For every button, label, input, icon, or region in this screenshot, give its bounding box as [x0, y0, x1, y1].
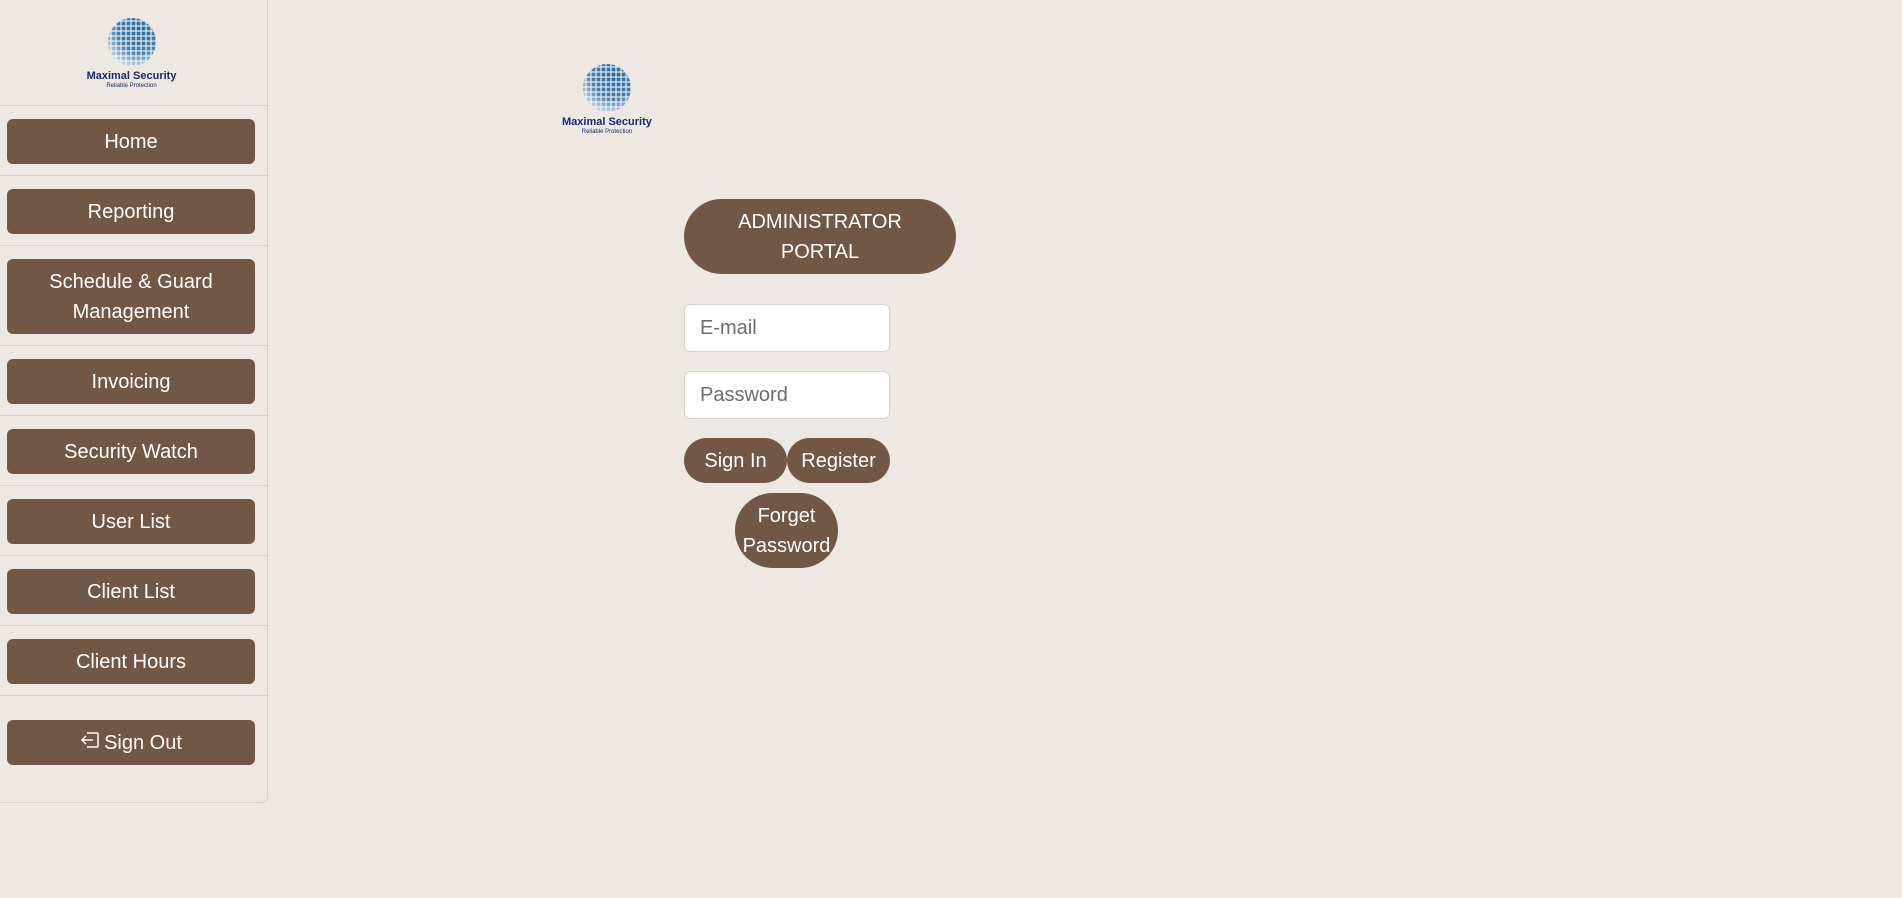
- portal-title: ADMINISTRATOR PORTAL: [684, 199, 956, 274]
- nav-cell-home: Home: [0, 106, 267, 176]
- sidebar-logo[interactable]: Maximal Security Reliable Protection: [86, 16, 177, 90]
- nav-client-hours-button[interactable]: Client Hours: [7, 639, 255, 684]
- sign-out-label: Sign Out: [104, 731, 182, 754]
- sidebar-logo-cell: Maximal Security Reliable Protection: [0, 0, 267, 106]
- nav-schedule-guard-management-button[interactable]: Schedule & Guard Management: [7, 259, 255, 334]
- nav-cell-client-hours: Client Hours: [0, 626, 267, 696]
- email-field[interactable]: [684, 304, 890, 352]
- nav-cell-reporting: Reporting: [0, 176, 267, 246]
- globe-icon: [107, 18, 156, 66]
- nav-client-list-button[interactable]: Client List: [7, 569, 255, 614]
- nav-security-watch-button[interactable]: Security Watch: [7, 429, 255, 474]
- nav-cell-security-watch: Security Watch: [0, 416, 267, 486]
- sign-out-button[interactable]: Sign Out: [7, 720, 255, 765]
- globe-icon: [582, 64, 631, 112]
- nav-reporting-button[interactable]: Reporting: [7, 189, 255, 234]
- brand-name: Maximal Security: [562, 116, 652, 128]
- brand-tagline: Reliable Protection: [581, 129, 633, 135]
- nav-invoicing-button[interactable]: Invoicing: [7, 359, 255, 404]
- nav-cell-client-list: Client List: [0, 556, 267, 626]
- nav-cell-sign-out: Sign Out: [0, 696, 267, 776]
- brand-tagline: Reliable Protection: [106, 83, 157, 89]
- forget-password-button[interactable]: Forget Password: [735, 493, 838, 568]
- main-logo: Maximal Security Reliable Protection: [562, 62, 652, 136]
- nav-home-button[interactable]: Home: [7, 119, 255, 164]
- brand-name: Maximal Security: [86, 70, 177, 82]
- sign-out-icon: [80, 728, 100, 758]
- nav-user-list-button[interactable]: User List: [7, 499, 255, 544]
- sidebar: Maximal Security Reliable Protection Hom…: [0, 0, 268, 803]
- password-field[interactable]: [684, 371, 890, 419]
- nav-cell-invoicing: Invoicing: [0, 346, 267, 416]
- register-button[interactable]: Register: [787, 438, 890, 483]
- sign-in-button[interactable]: Sign In: [684, 438, 787, 483]
- nav-cell-user-list: User List: [0, 486, 267, 556]
- nav-cell-schedule: Schedule & Guard Management: [0, 246, 267, 346]
